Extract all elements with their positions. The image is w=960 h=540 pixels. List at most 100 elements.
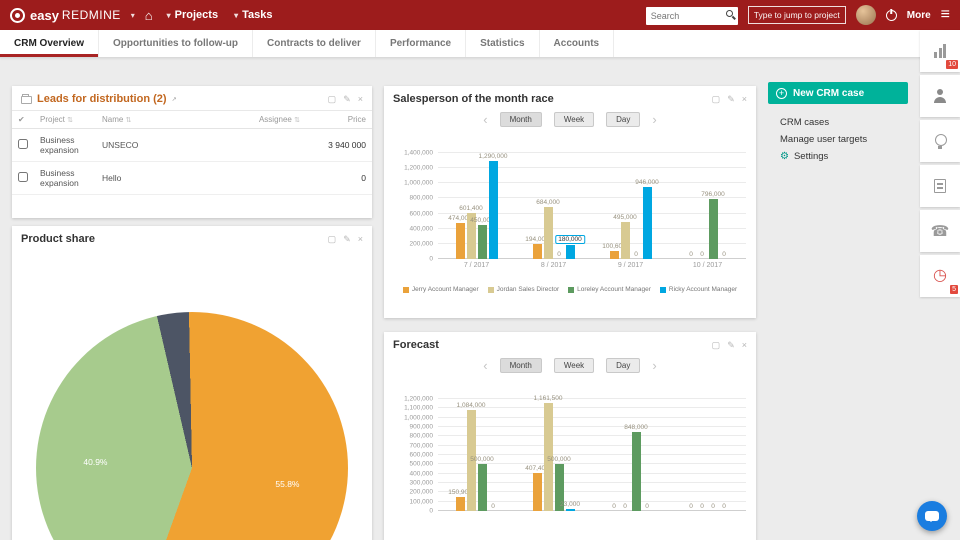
bar-ricky-account-manager[interactable]: 180,000 <box>555 235 585 259</box>
panel-collapse-icon[interactable]: ▢ <box>328 94 337 105</box>
link-manage-user-targets[interactable]: Manage user targets <box>780 131 908 148</box>
toolbar-ideas-button[interactable] <box>920 120 960 162</box>
home-icon[interactable]: ⌂ <box>145 9 153 22</box>
bar-ricky-account-manager[interactable]: 1,290,000 <box>479 153 507 259</box>
legend-swatch <box>568 286 575 293</box>
bar-jordan-sales-director[interactable]: 684,000 <box>536 199 560 259</box>
panel-collapse-icon[interactable]: ▢ <box>712 94 721 105</box>
bar-jerry-account-manager[interactable]: 474,000 <box>448 215 472 259</box>
app-logo[interactable]: easy REDMINE <box>10 7 121 23</box>
toolbar-activity-button[interactable]: ◷ 5 <box>920 255 960 297</box>
bar-loreley-account-manager[interactable]: 450,000 <box>470 217 494 259</box>
row-checkbox[interactable] <box>18 139 28 149</box>
bar-loreley-account-manager[interactable]: 796,000 <box>701 191 725 259</box>
lead-name[interactable]: Hello <box>96 161 228 195</box>
panel-edit-icon[interactable]: ✎ <box>343 234 351 245</box>
bar-jerry-account-manager[interactable]: 194,000 <box>525 236 549 259</box>
select-all-header[interactable]: ✔ <box>12 110 34 129</box>
bar-jerry-account-manager[interactable]: 150,900 <box>448 489 472 511</box>
table-row[interactable]: Business expansion UNSECO 3 940 000 <box>12 128 372 162</box>
bar-value-label: 684,000 <box>536 199 560 207</box>
tab-accounts[interactable]: Accounts <box>540 30 615 57</box>
bar-ricky-account-manager[interactable]: 946,000 <box>635 179 659 259</box>
legend-item[interactable]: Loreley Account Manager <box>568 286 651 293</box>
nav-tasks[interactable]: ▾ Tasks <box>234 9 272 21</box>
hamburger-menu-icon[interactable]: ≡ <box>941 7 950 23</box>
external-link-icon[interactable]: ↗ <box>172 96 177 103</box>
range-week-button[interactable]: Week <box>553 358 595 373</box>
panel-collapse-icon[interactable]: ▢ <box>712 340 721 351</box>
prev-arrow-icon[interactable]: ‹ <box>483 113 487 126</box>
legend-item[interactable]: Ricky Account Manager <box>659 286 737 293</box>
column-assignee[interactable]: Assignee ⇅ <box>228 110 306 129</box>
panel-close-icon[interactable]: × <box>742 94 747 105</box>
panel-edit-icon[interactable]: ✎ <box>727 340 735 351</box>
bar-ricky-account-manager[interactable]: 23,000 <box>560 501 580 511</box>
link-crm-cases[interactable]: CRM cases <box>780 114 908 131</box>
range-month-button[interactable]: Month <box>499 112 542 127</box>
bar-jerry-account-manager[interactable]: 407,400 <box>525 465 549 511</box>
panel-close-icon[interactable]: × <box>358 94 363 105</box>
tab-crm-overview[interactable]: CRM Overview <box>0 30 100 57</box>
new-crm-case-button[interactable]: + New CRM case <box>768 82 908 104</box>
column-project[interactable]: Project ⇅ <box>34 110 96 129</box>
panel-title-leads[interactable]: Leads for distribution (2) <box>37 93 167 105</box>
pie-disc[interactable]: 55.8% 40.9% <box>36 312 348 540</box>
x-tick-label: 7 / 2017 <box>463 262 490 269</box>
logo-text-easy: easy <box>30 7 59 23</box>
tab-statistics[interactable]: Statistics <box>466 30 540 57</box>
bar-loreley-account-manager[interactable]: 848,000 <box>624 424 648 511</box>
next-arrow-icon[interactable]: › <box>652 113 656 126</box>
panel-edit-icon[interactable]: ✎ <box>727 94 735 105</box>
prev-arrow-icon[interactable]: ‹ <box>483 359 487 372</box>
range-day-button[interactable]: Day <box>606 112 641 127</box>
toolbar-support-button[interactable]: ☎ <box>920 210 960 252</box>
toolbar-reports-button[interactable]: 10 <box>920 30 960 72</box>
tab-contracts[interactable]: Contracts to deliver <box>253 30 376 57</box>
panel-close-icon[interactable]: × <box>358 234 363 245</box>
avatar[interactable] <box>855 5 876 25</box>
bar-group: 0000 <box>687 399 729 511</box>
bar-jordan-sales-director[interactable]: 495,000 <box>613 214 637 259</box>
lead-project[interactable]: Business expansion <box>34 128 96 162</box>
panel-close-icon[interactable]: × <box>742 340 747 351</box>
easyredmine-logo-icon <box>10 7 25 23</box>
row-checkbox[interactable] <box>18 172 28 182</box>
power-icon[interactable] <box>885 9 897 21</box>
search-input[interactable] <box>645 6 738 25</box>
range-month-button[interactable]: Month <box>499 358 542 373</box>
next-arrow-icon[interactable]: › <box>652 359 656 372</box>
legend-item[interactable]: Jordan Sales Director <box>487 286 559 293</box>
lead-project[interactable]: Business expansion <box>34 161 96 195</box>
table-row[interactable]: Business expansion Hello 0 <box>12 161 372 195</box>
tab-opportunities[interactable]: Opportunities to follow-up <box>99 30 254 57</box>
bar-value-label: 0 <box>689 251 693 258</box>
legend-item[interactable]: Jerry Account Manager <box>402 286 479 293</box>
lead-name[interactable]: UNSECO <box>96 128 228 162</box>
y-tick-label: 1,100,000 <box>404 404 433 412</box>
jump-to-project-input[interactable] <box>747 6 846 24</box>
link-settings[interactable]: ⚙ Settings <box>780 148 908 165</box>
chevron-down-icon[interactable]: ▾ <box>131 11 135 20</box>
column-name[interactable]: Name ⇅ <box>96 110 228 129</box>
column-price[interactable]: Price <box>306 110 372 129</box>
range-week-button[interactable]: Week <box>553 112 595 127</box>
nav-tasks-label: Tasks <box>242 9 273 21</box>
y-tick-label: 1,200,000 <box>404 395 433 403</box>
panel-edit-icon[interactable]: ✎ <box>343 94 351 105</box>
chat-button[interactable] <box>917 501 947 531</box>
toolbar-checklist-button[interactable] <box>920 165 960 207</box>
range-day-button[interactable]: Day <box>606 358 641 373</box>
more-menu[interactable]: More <box>907 10 931 21</box>
panel-collapse-icon[interactable]: ▢ <box>328 234 337 245</box>
legend-label: Jerry Account Manager <box>411 286 479 293</box>
person-icon <box>933 89 947 103</box>
tab-performance[interactable]: Performance <box>376 30 467 57</box>
toolbar-users-button[interactable] <box>920 75 960 117</box>
bar-loreley-account-manager[interactable]: 500,000 <box>470 456 494 511</box>
bar-jerry-account-manager[interactable]: 100,600 <box>602 243 626 259</box>
search-icon[interactable] <box>725 9 733 17</box>
pie-slice-label: 40.9% <box>83 457 108 468</box>
nav-projects[interactable]: ▾ Projects <box>167 9 218 21</box>
lead-assignee <box>228 128 306 162</box>
